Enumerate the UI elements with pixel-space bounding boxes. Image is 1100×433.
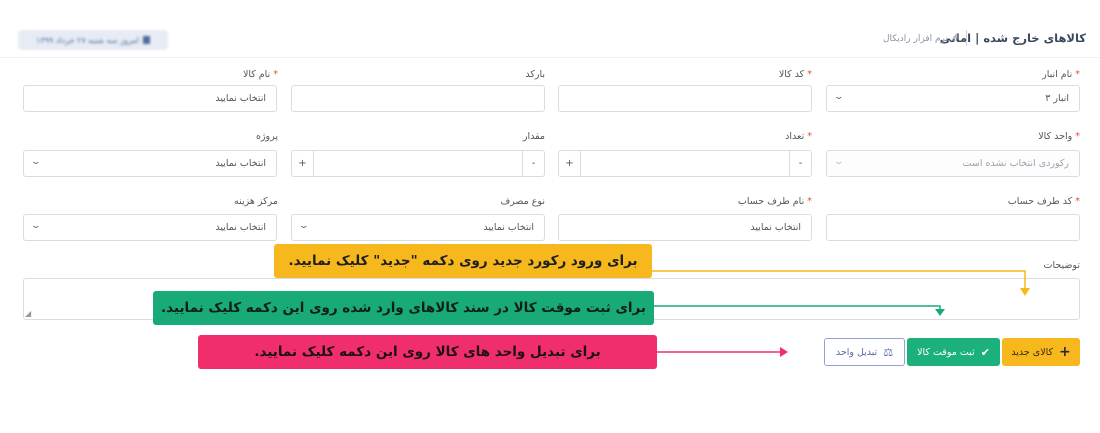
callout-convert-unit: برای تبدیل واحد های کالا روی این دکمه کل…: [198, 335, 657, 369]
callout-arrow-save: [654, 305, 941, 311]
callout-arrowhead-new: [1020, 288, 1030, 296]
callout-temp-save: برای ثبت موقت کالا در سند کالاهای وارد ش…: [153, 291, 654, 325]
callout-arrowhead-convert: [780, 347, 788, 357]
callout-arrow-new: [652, 270, 1026, 290]
callout-new-record: برای ورود رکورد جدید روی دکمه "جدید" کلی…: [274, 244, 652, 278]
callout-arrowhead-save: [935, 309, 945, 316]
